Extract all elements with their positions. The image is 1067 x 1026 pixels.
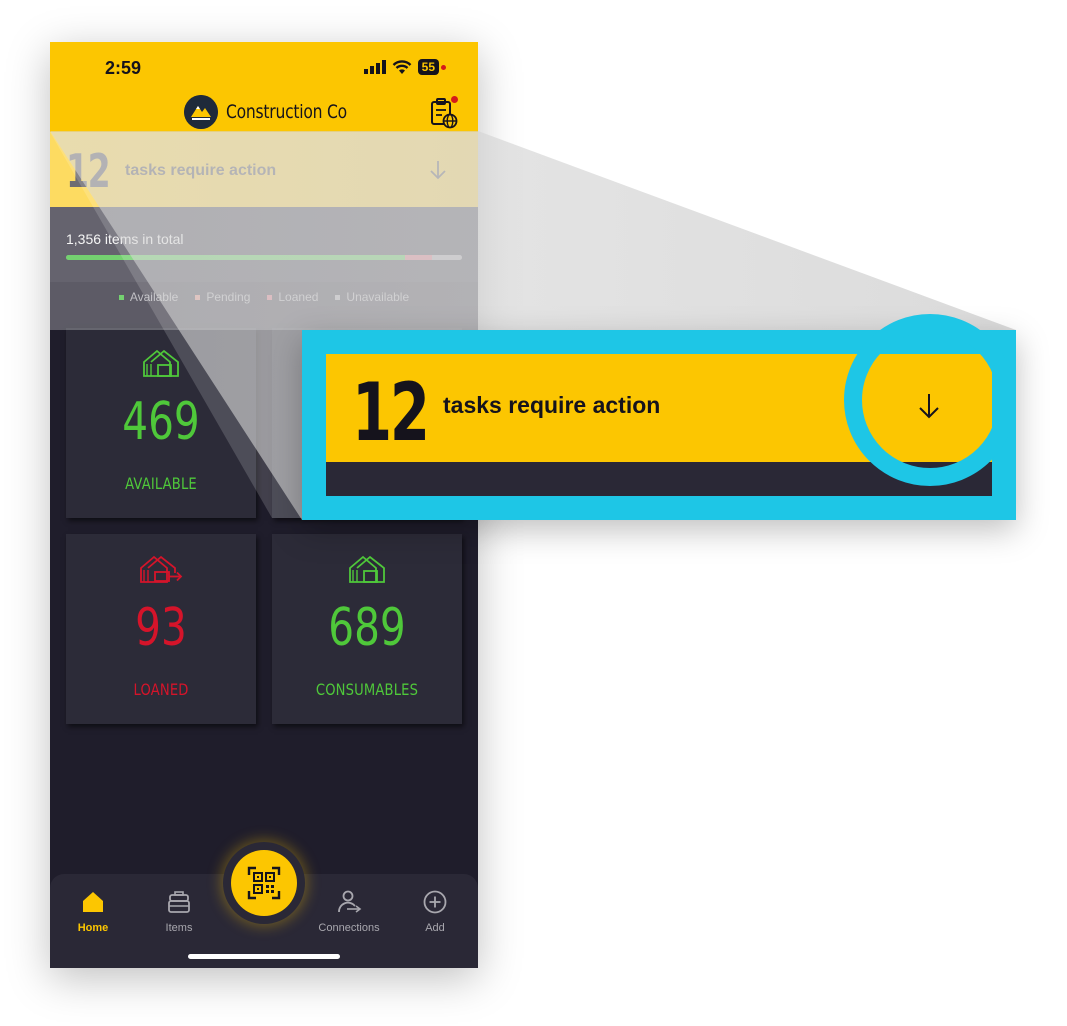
progress-loaned — [404, 255, 433, 260]
progress-unavailable — [432, 255, 462, 260]
nav-label: Items — [165, 922, 193, 934]
tile-available[interactable]: 469 AVAILABLE — [66, 328, 256, 518]
nav-label: Home — [77, 922, 109, 934]
status-progress-bar — [66, 255, 462, 260]
home-icon — [83, 892, 103, 912]
tile-label: AVAILABLE — [125, 474, 197, 493]
warehouse-icon — [349, 555, 385, 583]
battery-icon: 55 — [417, 59, 439, 75]
company-name: Construction Co — [226, 101, 347, 123]
tile-consumables[interactable]: 689 CONSUMABLES — [272, 534, 462, 724]
legend-dot — [118, 294, 124, 300]
notification-dot — [451, 96, 458, 103]
nav-home[interactable]: Home — [50, 888, 136, 934]
app-header: Construction Co — [50, 92, 478, 132]
task-banner[interactable]: 12 tasks require action — [50, 132, 478, 207]
task-count: 12 — [66, 144, 111, 198]
arrow-down-icon[interactable] — [427, 159, 449, 181]
nav-add[interactable]: Add — [392, 888, 478, 934]
clipboard-globe-button[interactable] — [426, 96, 460, 130]
legend-unavailable: Unavailable — [335, 290, 409, 304]
wifi-icon — [392, 59, 411, 74]
connections-icon — [338, 890, 362, 913]
tile-value: 93 — [135, 598, 187, 658]
items-icon — [168, 891, 190, 913]
status-time: 2:59 — [105, 58, 142, 78]
status-legend: Available Pending Loaned Unavailable — [50, 290, 478, 304]
progress-available — [66, 255, 405, 260]
company-brand[interactable]: Construction Co — [184, 95, 373, 129]
legend-label: Pending — [206, 290, 251, 304]
warehouse-icon — [143, 349, 179, 377]
nav-label: Connections — [318, 922, 380, 934]
tile-value: 689 — [328, 598, 406, 658]
legend-pending: Pending — [195, 290, 250, 304]
scan-button[interactable] — [231, 850, 297, 916]
tile-label: LOANED — [133, 680, 189, 699]
status-icons: 55 — [363, 59, 446, 75]
callout-task-text: tasks require action — [443, 392, 661, 418]
nav-items[interactable]: Items — [136, 888, 222, 934]
home-indicator — [188, 954, 340, 959]
items-total: 1,356 items in total — [66, 231, 184, 247]
tile-value: 469 — [122, 392, 200, 452]
nav-label: Add — [425, 922, 445, 934]
legend-label: Unavailable — [346, 290, 410, 304]
tile-loaned[interactable]: 93 LOANED — [66, 534, 256, 724]
nav-connections[interactable]: Connections — [306, 888, 392, 934]
status-bar: 2:59 55 — [50, 42, 478, 92]
qr-scan-icon — [247, 866, 281, 900]
add-icon — [423, 890, 447, 914]
task-text: tasks require action — [125, 162, 277, 179]
legend-label: Available — [129, 290, 179, 304]
legend-dot — [267, 294, 273, 300]
callout-task-count: 12 — [352, 366, 430, 459]
tile-label: CONSUMABLES — [315, 680, 419, 699]
inventory-summary: 1,356 items in total — [50, 207, 478, 282]
legend-dot — [195, 294, 201, 300]
legend-available: Available — [118, 290, 179, 304]
warehouse-out-icon — [140, 555, 183, 583]
legend-dot — [335, 294, 341, 300]
legend-loaned: Loaned — [267, 290, 318, 304]
signal-icon — [363, 60, 386, 74]
focus-ring-highlight — [844, 314, 1016, 486]
company-logo-icon — [184, 95, 218, 129]
legend-label: Loaned — [278, 290, 319, 304]
battery-dot — [441, 64, 446, 70]
